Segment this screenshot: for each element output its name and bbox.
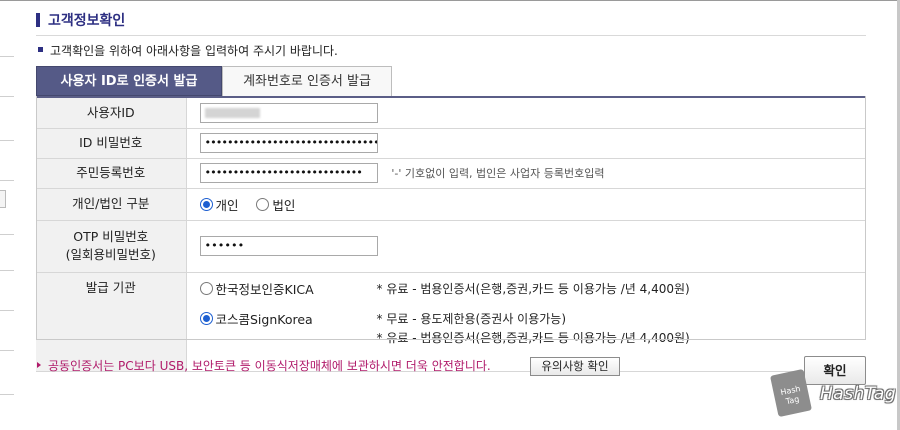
- hashtag-watermark: Hash Tag HashTag: [770, 368, 896, 420]
- radio-unchecked-icon[interactable]: [256, 197, 270, 211]
- title-marker: [36, 13, 40, 27]
- kica-desc-paid: * 유료 - 범용인증서(은행,증권,카드 등 이용가능 /년 4,400원): [376, 281, 690, 296]
- id-password-label: ID 비밀번호: [36, 128, 187, 159]
- masked-user-id: [204, 107, 260, 118]
- user-id-label: 사용자ID: [36, 97, 187, 129]
- resident-number-label: 주민등록번호: [36, 158, 187, 189]
- resident-number-hint: '-' 기호없이 입력, 법인은 사업자 등록번호입력: [391, 167, 605, 180]
- radio-individual[interactable]: 개인: [199, 195, 239, 214]
- radio-individual-label: 개인: [215, 197, 239, 213]
- otp-label-line1: OTP 비밀번호: [73, 229, 149, 244]
- left-panel-edge: [0, 0, 14, 430]
- page-title: 고객정보확인: [48, 13, 126, 29]
- entity-type-label: 개인/법인 구분: [36, 188, 187, 221]
- intro-text: 고객확인을 위하여 아래사항을 입력하여 주시기 바랍니다.: [50, 44, 338, 58]
- signkorea-desc-free: * 무료 - 용도제한용(증권사 이용가능): [376, 311, 567, 326]
- left-panel-handle[interactable]: [0, 190, 6, 208]
- radio-corporate-label: 법인: [272, 197, 296, 213]
- otp-label: OTP 비밀번호 (일회용비밀번호): [36, 220, 187, 273]
- resident-number-input[interactable]: ••••••••••••••••••••••••••••: [199, 163, 378, 183]
- square-bullet-icon: [38, 47, 43, 52]
- radio-kica[interactable]: 한국정보인증KICA: [199, 279, 314, 298]
- arrow-right-icon: [37, 362, 41, 368]
- watermark-text: HashTag: [820, 384, 897, 404]
- window-top-border: [0, 0, 900, 1]
- radio-unchecked-icon[interactable]: [199, 281, 213, 295]
- notice-text: 공동인증서는 PC보다 USB, 보안토큰 등 이동식저장매체에 보관하시면 더…: [48, 359, 491, 373]
- tab-account-number[interactable]: 계좌번호로 인증서 발급: [222, 66, 392, 96]
- user-id-input[interactable]: [199, 102, 378, 123]
- id-password-input[interactable]: ••••••••••••••••••••••••••••••••••: [199, 133, 378, 153]
- title-divider: [36, 35, 866, 36]
- radio-signkorea[interactable]: 코스콤SignKorea: [199, 309, 313, 328]
- radio-kica-label: 한국정보인증KICA: [215, 281, 314, 297]
- customer-info-form: 사용자ID ID 비밀번호 ••••••••••••••••••••••••••…: [36, 96, 866, 372]
- signkorea-desc-paid: * 유료 - 범용인증서(은행,증권,카드 등 이용가능 /년 4,400원): [376, 330, 690, 345]
- issuer-options: 한국정보인증KICA * 유료 - 범용인증서(은행,증권,카드 등 이용가능 …: [187, 273, 867, 371]
- radio-signkorea-label: 코스콤SignKorea: [215, 311, 313, 327]
- tab-user-id[interactable]: 사용자 ID로 인증서 발급: [36, 66, 222, 96]
- radio-corporate[interactable]: 법인: [256, 195, 295, 214]
- hashtag-logo-icon: Hash Tag: [770, 368, 812, 418]
- caution-button[interactable]: 유의사항 확인: [530, 357, 620, 376]
- otp-input[interactable]: ••••••: [199, 236, 378, 256]
- radio-checked-icon[interactable]: [199, 197, 213, 211]
- otp-label-line2: (일회용비밀번호): [65, 247, 156, 262]
- radio-checked-icon[interactable]: [199, 311, 213, 325]
